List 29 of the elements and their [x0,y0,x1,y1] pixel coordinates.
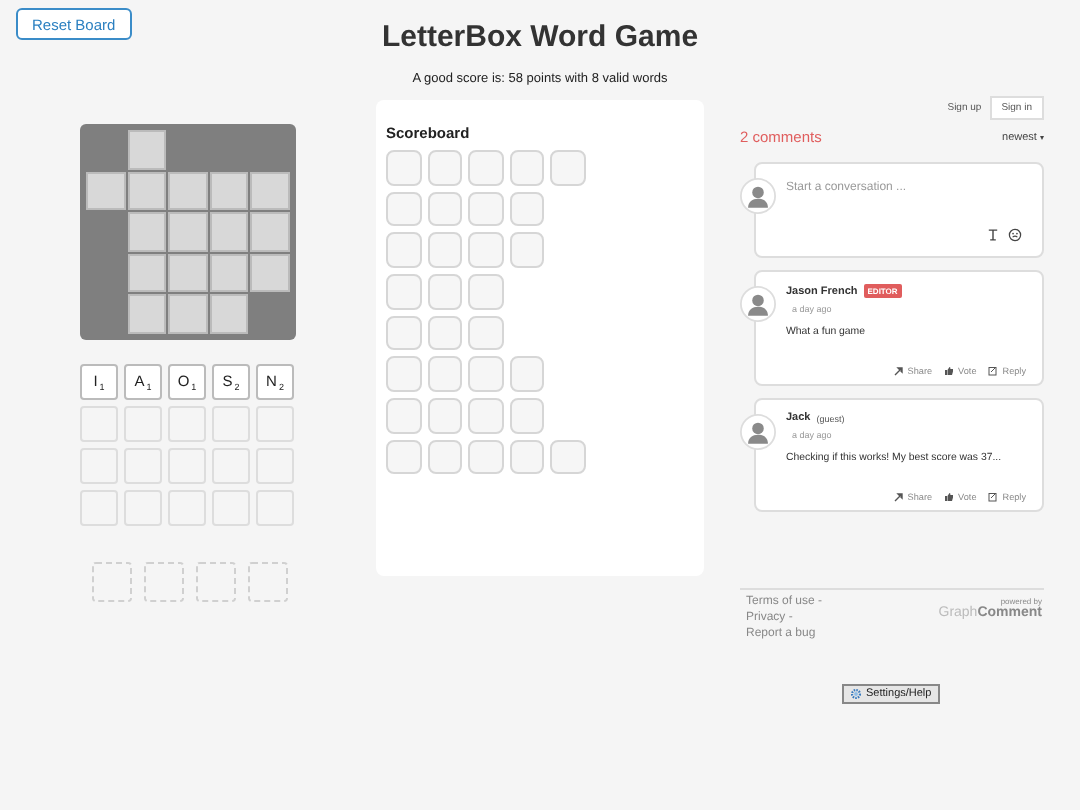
empty-tile-slot [124,447,162,484]
empty-tile-slot [256,447,294,484]
dashed-slot [92,561,132,602]
share-icon [893,366,904,376]
empty-tile-slot [124,405,162,442]
empty-tile-slot [212,489,250,526]
gear-icon [850,688,862,700]
empty-tile-slot [212,405,250,442]
share-icon [893,492,904,502]
dashed-slot [196,561,236,602]
empty-tile-slot [168,489,206,526]
thumbs-up-icon [944,492,955,502]
emoji-icon[interactable] [1008,228,1022,242]
reply-icon [988,366,999,376]
empty-tile-slot [256,489,294,526]
empty-tile-slot [212,447,250,484]
reply-icon [988,492,999,502]
empty-tile-slot [80,405,118,442]
text-format-icon[interactable] [986,228,1000,242]
empty-tile-slot [80,447,118,484]
empty-tile-slot [80,489,118,526]
dashed-slot [144,561,184,602]
empty-tile-slot [168,405,206,442]
thumbs-up-icon [944,366,955,376]
page-title: LetterBox Word Game [381,20,699,54]
empty-tile-slot [168,447,206,484]
empty-tile-slot [124,489,162,526]
empty-tile-slot [256,405,294,442]
dashed-slot [248,561,288,602]
